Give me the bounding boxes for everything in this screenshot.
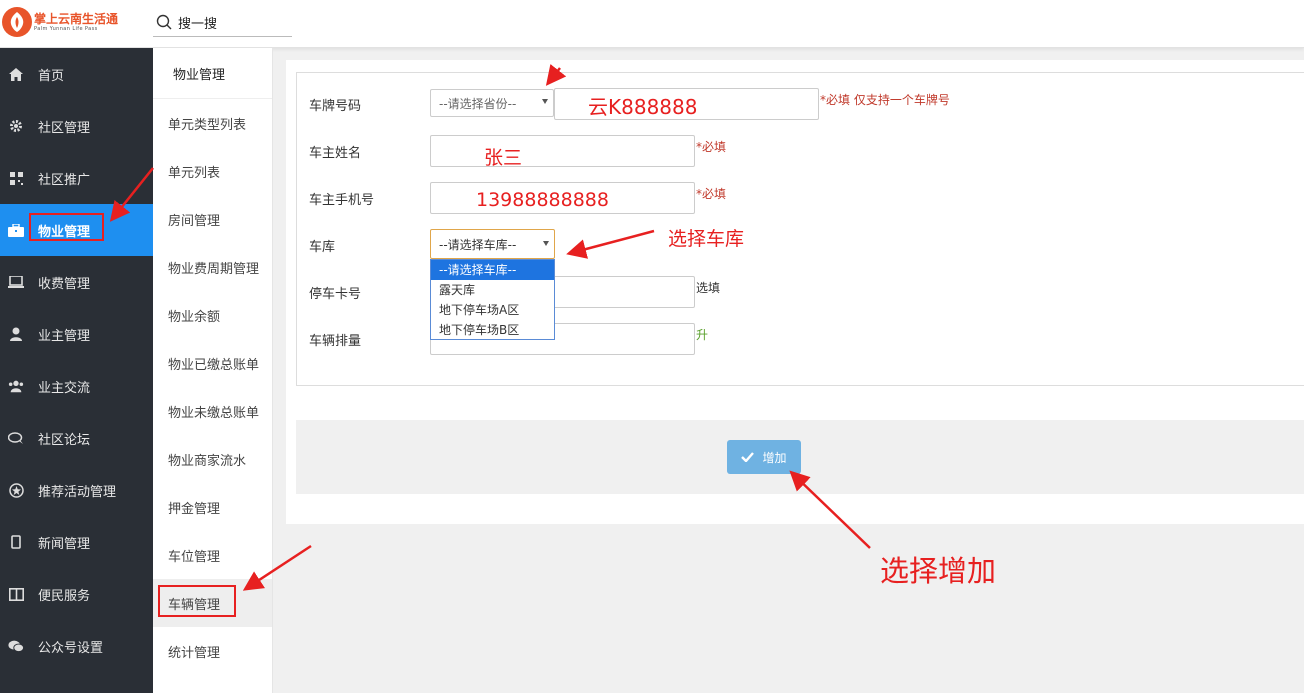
- gear-icon: [8, 118, 24, 134]
- search-icon: [156, 14, 172, 30]
- plate-hint: *必填 仅支持一个车牌号: [820, 93, 950, 107]
- subnav-title: 物业管理: [153, 48, 272, 99]
- garage-option[interactable]: --请选择车库--: [431, 260, 554, 280]
- chat-icon: [8, 430, 24, 446]
- displacement-label: 车辆排量: [309, 334, 362, 349]
- subnav-item-fee-cycles[interactable]: 物业费周期管理: [153, 243, 272, 291]
- owner-hint: *必填: [696, 140, 727, 154]
- sidebar-item-home[interactable]: 首页: [0, 48, 153, 100]
- check-icon: [741, 452, 755, 462]
- phone-hint: *必填: [696, 187, 727, 201]
- sidebar: 首页 社区管理 社区推广 物业管理 收费管理 业主管理 业主交流 社区论坛 推荐…: [0, 48, 153, 693]
- annotation-select-garage: 选择车库: [668, 228, 745, 250]
- subnav-item-unpaid-bills[interactable]: 物业未缴总账单: [153, 387, 272, 435]
- sidebar-item-label: 推荐活动管理: [38, 484, 117, 500]
- form-action-bar: 增加: [296, 420, 1304, 494]
- garage-option[interactable]: 地下停车场A区: [431, 300, 554, 320]
- displacement-hint: 升: [696, 328, 709, 342]
- owner-input[interactable]: [430, 135, 695, 167]
- sidebar-item-label: 社区论坛: [38, 432, 91, 448]
- sidebar-item-label: 社区管理: [38, 120, 91, 136]
- sidebar-item-label: 新闻管理: [38, 536, 91, 552]
- sidebar-item-label: 业主交流: [38, 380, 91, 396]
- sidebar-item-label: 首页: [38, 68, 65, 84]
- home-icon: [8, 66, 24, 82]
- briefcase-icon: [8, 222, 24, 238]
- logo-title: 掌上云南生活通: [34, 11, 119, 26]
- sidebar-item-activities[interactable]: 推荐活动管理: [0, 464, 153, 516]
- subnav-item-balance[interactable]: 物业余额: [153, 291, 272, 339]
- app-logo[interactable]: 掌上云南生活通 Palm Yunnan Life Pass: [2, 7, 118, 37]
- mobile-icon: [8, 534, 24, 550]
- sidebar-item-promotion[interactable]: 社区推广: [0, 152, 153, 204]
- garage-option[interactable]: 露天库: [431, 280, 554, 300]
- subnav-item-unit-types[interactable]: 单元类型列表: [153, 99, 272, 147]
- qrcode-icon: [8, 170, 24, 186]
- subnav-item-parking-spaces[interactable]: 车位管理: [153, 531, 272, 579]
- add-button[interactable]: 增加: [727, 440, 801, 474]
- user-icon: [8, 326, 24, 342]
- garage-select-value: --请选择车库--: [439, 237, 517, 252]
- province-select-value: --请选择省份--: [439, 96, 517, 111]
- owner-label: 车主姓名: [309, 146, 362, 161]
- plate-value: 云K888888: [588, 95, 698, 119]
- search-box[interactable]: 搜一搜: [153, 8, 292, 37]
- search-input[interactable]: 搜一搜: [178, 13, 217, 32]
- subnav-item-vehicles[interactable]: 车辆管理: [153, 579, 272, 627]
- sidebar-item-forum[interactable]: 社区论坛: [0, 412, 153, 464]
- garage-dropdown: --请选择车库-- 露天库 地下停车场A区 地下停车场B区: [430, 259, 555, 340]
- garage-label: 车库: [309, 240, 336, 255]
- garage-select[interactable]: --请选择车库--: [430, 229, 555, 259]
- plate-label: 车牌号码: [309, 99, 362, 114]
- logo-icon: [2, 7, 32, 37]
- logo-subtitle: Palm Yunnan Life Pass: [34, 25, 98, 32]
- sub-navigation: 物业管理 单元类型列表 单元列表 房间管理 物业费周期管理 物业余额 物业已缴总…: [153, 48, 273, 693]
- sidebar-item-owners[interactable]: 业主管理: [0, 308, 153, 360]
- sidebar-item-label: 便民服务: [38, 588, 91, 604]
- columns-icon: [8, 586, 24, 602]
- star-circle-icon: [8, 482, 24, 498]
- top-header: 掌上云南生活通 Palm Yunnan Life Pass 搜一搜: [0, 0, 1304, 48]
- card-hint: 选填: [696, 281, 721, 295]
- phone-value: 13988888888: [476, 189, 609, 211]
- subnav-item-paid-bills[interactable]: 物业已缴总账单: [153, 339, 272, 387]
- garage-option[interactable]: 地下停车场B区: [431, 320, 554, 340]
- subnav-item-deposits[interactable]: 押金管理: [153, 483, 272, 531]
- highlight-box: [158, 585, 236, 617]
- chevron-down-icon: [543, 241, 549, 246]
- users-icon: [8, 378, 24, 394]
- sidebar-item-wechat-settings[interactable]: 公众号设置: [0, 620, 153, 672]
- chevron-down-icon: [542, 99, 548, 104]
- sidebar-item-community[interactable]: 社区管理: [0, 100, 153, 152]
- sidebar-item-label: 业主管理: [38, 328, 91, 344]
- laptop-icon: [8, 274, 24, 290]
- add-button-label: 增加: [762, 450, 787, 465]
- subnav-item-rooms[interactable]: 房间管理: [153, 195, 272, 243]
- sidebar-item-services[interactable]: 便民服务: [0, 568, 153, 620]
- sidebar-item-label: 社区推广: [38, 172, 91, 188]
- sidebar-item-label: 公众号设置: [38, 640, 104, 656]
- owner-value: 张三: [484, 147, 523, 169]
- sidebar-item-owner-chat[interactable]: 业主交流: [0, 360, 153, 412]
- sidebar-item-news[interactable]: 新闻管理: [0, 516, 153, 568]
- province-select[interactable]: --请选择省份--: [430, 89, 554, 117]
- sidebar-item-property[interactable]: 物业管理: [0, 204, 153, 256]
- subnav-item-units[interactable]: 单元列表: [153, 147, 272, 195]
- sidebar-item-label: 收费管理: [38, 276, 91, 292]
- sidebar-item-fees[interactable]: 收费管理: [0, 256, 153, 308]
- subnav-item-merchant-flow[interactable]: 物业商家流水: [153, 435, 272, 483]
- subnav-item-statistics[interactable]: 统计管理: [153, 627, 272, 675]
- phone-label: 车主手机号: [309, 193, 375, 208]
- card-label: 停车卡号: [309, 287, 362, 302]
- highlight-box: [29, 213, 104, 241]
- annotation-select-add: 选择增加: [880, 554, 997, 588]
- wechat-icon: [8, 638, 24, 654]
